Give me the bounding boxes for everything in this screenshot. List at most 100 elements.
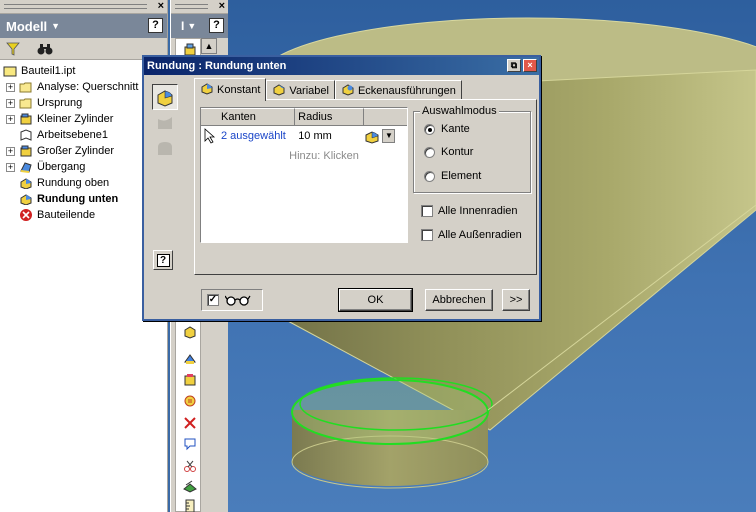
radio-edge-label: Kante (441, 123, 470, 135)
workplane-icon (18, 128, 34, 142)
extrusion-icon (18, 144, 34, 158)
browser-grip[interactable]: × (0, 0, 167, 14)
fillet-tab-icon (200, 82, 214, 98)
radio-contour[interactable]: Kontur (424, 146, 473, 158)
panel-bar-grip[interactable]: × (171, 0, 228, 14)
select-cursor-icon (204, 128, 216, 147)
ok-button[interactable]: OK (338, 288, 413, 312)
selection-mode-legend: Auswahlmodus (420, 105, 499, 117)
delete-face-icon[interactable] (181, 414, 199, 432)
radio-dot[interactable] (424, 146, 435, 158)
tree-item-label: Ursprung (37, 97, 83, 109)
tree-item-label: Analyse: Querschnitt (37, 81, 139, 93)
tab-label: Variabel (289, 84, 329, 97)
extrusion-icon (18, 112, 34, 126)
chevron-down-icon[interactable]: ▼ (187, 21, 196, 31)
edge-radius-grid: Kanten Radius 2 ausgewählt 10 mm ▼ Hinzu… (200, 107, 408, 243)
radio-contour-label: Kontur (441, 146, 474, 158)
tab-variable[interactable]: Variabel (266, 80, 335, 100)
fillet-tab-icon (272, 83, 286, 99)
tab-constant[interactable]: Konstant (194, 78, 267, 101)
radio-dot[interactable] (424, 123, 435, 135)
emboss-tool-icon[interactable] (181, 477, 199, 495)
tree-item-label: Großer Zylinder (37, 145, 115, 157)
preview-checkbox[interactable]: ✓ (207, 294, 219, 306)
column-header-blank (364, 108, 407, 125)
tree-item-label: Kleiner Zylinder (37, 113, 114, 125)
chevron-down-icon[interactable]: ▼ (51, 21, 60, 31)
fillet-dialog: Rundung : Rundung unten ⧉ × Konstant Vari… (142, 55, 541, 321)
tree-expand-toggle[interactable]: + (6, 146, 15, 156)
full-round-mode-button[interactable] (152, 136, 178, 162)
column-header-edges: Kanten (201, 108, 296, 125)
thread-tool-icon[interactable] (181, 392, 199, 410)
split-tool-icon[interactable] (181, 350, 199, 368)
dialog-title-bar[interactable]: Rundung : Rundung unten ⧉ × (144, 57, 539, 75)
fillet-tab-icon (341, 83, 355, 99)
browser-close-icon[interactable]: × (158, 0, 164, 13)
tree-item-label: Rundung unten (37, 193, 119, 205)
face-fillet-mode-button[interactable] (152, 110, 178, 136)
grid-header: Kanten Radius (201, 108, 407, 126)
tab-label: Eckenausführungen (357, 84, 456, 97)
panel-bar-scroll-up[interactable]: ▲ (201, 38, 217, 54)
tree-expand-toggle[interactable]: + (6, 114, 15, 124)
face-tool-icon[interactable] (181, 435, 199, 453)
browser-header[interactable]: Modell ▼ ? (0, 14, 167, 38)
chevron-down-icon[interactable]: ▼ (382, 129, 396, 143)
filter-icon[interactable] (4, 40, 22, 58)
ruler-tool-icon[interactable] (181, 497, 199, 512)
tab-setbacks[interactable]: Eckenausführungen (334, 80, 462, 100)
dialog-close-icon[interactable]: × (523, 59, 537, 72)
radio-feature-label: Element (441, 170, 482, 182)
cut-tool-icon[interactable] (181, 457, 199, 475)
tree-expand-toggle[interactable]: + (6, 82, 15, 92)
loft-icon (18, 160, 34, 174)
checkbox-box[interactable] (421, 205, 433, 217)
tree-expand-toggle[interactable]: + (6, 162, 15, 172)
dialog-help-button[interactable]: ? (153, 250, 173, 270)
fillet-edge-outer (291, 379, 489, 445)
add-edge-hint: Hinzu: Klicken (289, 150, 359, 162)
all-outside-radii-checkbox[interactable]: Alle Außenradien (421, 229, 522, 241)
add-row[interactable]: Hinzu: Klicken (201, 146, 407, 166)
more-options-button[interactable]: >> (502, 289, 530, 311)
find-binoculars-icon[interactable] (36, 40, 54, 58)
radius-cell[interactable]: 10 mm (295, 130, 364, 142)
all-inside-radii-checkbox[interactable]: Alle Innenradien (421, 205, 518, 217)
shell-tool-icon[interactable] (181, 371, 199, 389)
dialog-restore-icon[interactable]: ⧉ (507, 59, 521, 72)
table-row[interactable]: 2 ausgewählt 10 mm ▼ (201, 126, 407, 146)
selection-mode-group: Auswahlmodus Kante Kontur Element (413, 105, 531, 193)
column-header-radius: Radius (295, 108, 365, 125)
panel-bar-close-icon[interactable]: × (219, 0, 225, 13)
browser-help-icon[interactable]: ? (148, 18, 163, 33)
tab-label: Konstant (217, 84, 261, 96)
grip-lines (175, 4, 208, 9)
fillet-type-icon (365, 130, 379, 144)
edge-fillet-mode-button[interactable] (152, 84, 178, 110)
browser-title: Modell (6, 18, 48, 34)
tree-item-label: Arbeitsebene1 (37, 129, 108, 141)
end-of-part-icon (18, 208, 34, 222)
tree-item-label: Rundung oben (37, 177, 110, 189)
radio-feature[interactable]: Element (424, 170, 481, 182)
panel-bar-title: I (181, 19, 185, 33)
fillet-tabs: Konstant Variabel Eckenausführungen (194, 78, 462, 101)
tree-expand-toggle[interactable]: + (6, 98, 15, 108)
panel-bar-header[interactable]: I ▼ ? (171, 14, 228, 38)
preview-glasses-icon (225, 295, 251, 306)
radio-edge[interactable]: Kante (424, 123, 470, 135)
checkbox-box[interactable] (421, 229, 433, 241)
tree-item-label: Übergang (37, 161, 86, 173)
fillet-type-cell[interactable]: ▼ (364, 129, 407, 144)
help-icon: ? (156, 253, 170, 267)
dialog-title: Rundung : Rundung unten (147, 60, 287, 72)
fillet-icon (18, 176, 34, 190)
radio-dot[interactable] (424, 170, 435, 182)
preview-toggle[interactable]: ✓ (201, 289, 263, 311)
tree-item-label: Bauteilende (37, 209, 96, 221)
panel-bar-help-icon[interactable]: ? (209, 18, 224, 33)
cancel-button[interactable]: Abbrechen (425, 289, 493, 311)
box-tool-icon[interactable] (181, 323, 199, 341)
